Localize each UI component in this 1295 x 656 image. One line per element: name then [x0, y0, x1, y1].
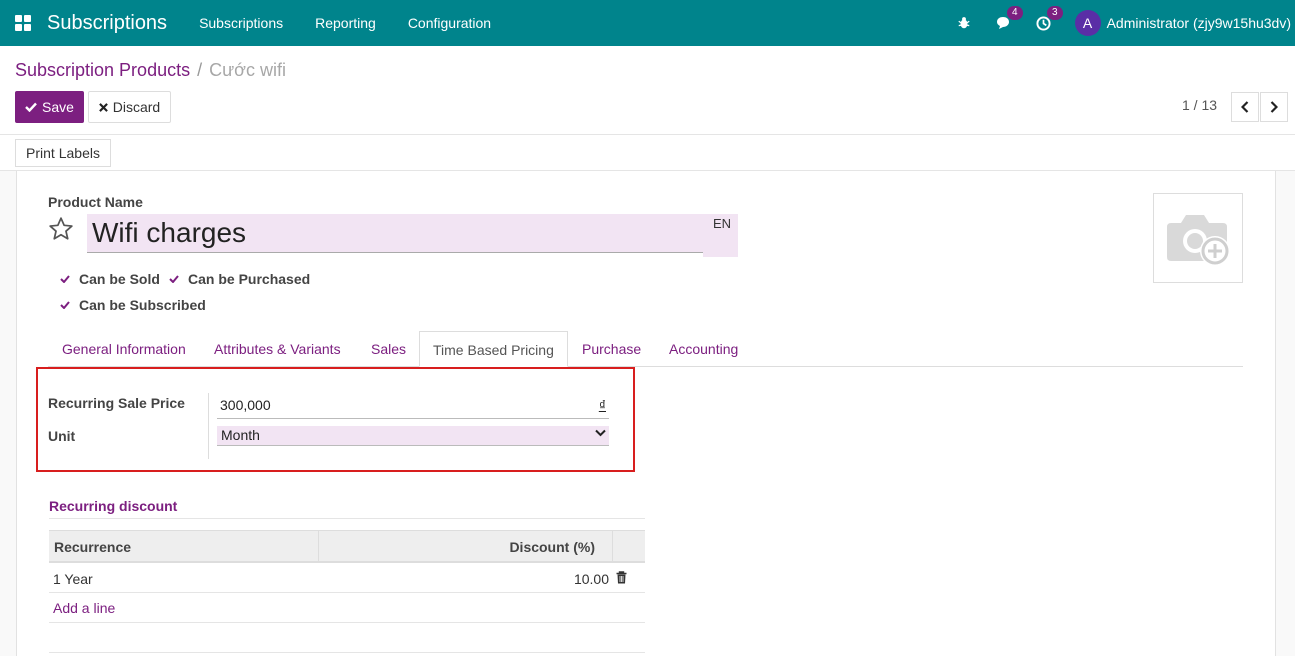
tab-accounting[interactable]: Accounting [669, 331, 738, 367]
save-button[interactable]: Save [15, 91, 84, 123]
product-name-input[interactable]: Wifi charges [87, 214, 703, 253]
pager-value[interactable]: 1 / 13 [1182, 97, 1217, 113]
close-icon [98, 102, 108, 112]
unit-value: Month [221, 427, 260, 443]
recurring-discount-title: Recurring discount [49, 498, 178, 514]
checkmark-icon [168, 275, 179, 283]
chevron-left-icon [1241, 101, 1249, 113]
cell-recurrence: 1 Year [53, 571, 93, 587]
table-header: Recurrence Discount (%) [49, 530, 645, 563]
discard-label: Discard [112, 99, 161, 115]
column-divider [318, 531, 319, 562]
menu-reporting[interactable]: Reporting [315, 15, 376, 31]
breadcrumb-parent[interactable]: Subscription Products [15, 60, 190, 81]
currency-symbol: ₫ [598, 397, 606, 413]
can-be-sold-field: Can be Sold [58, 271, 160, 287]
checkmark-icon [59, 301, 70, 309]
translate-lang-button[interactable]: EN [703, 214, 738, 257]
chevron-right-icon [1270, 101, 1278, 113]
column-recurrence[interactable]: Recurrence [54, 539, 131, 555]
tab-general-information[interactable]: General Information [62, 331, 186, 367]
menu-configuration[interactable]: Configuration [408, 15, 491, 31]
messages-chat-icon[interactable]: 4 [995, 6, 1023, 32]
user-avatar[interactable]: A [1074, 10, 1101, 36]
unit-label: Unit [48, 428, 76, 444]
highlight-annotation-box [36, 367, 635, 472]
recurring-sale-price-input[interactable]: 300,000 ₫ [217, 394, 609, 419]
checkmark-icon [59, 275, 70, 283]
separator-line [49, 518, 645, 519]
can-be-subscribed-checkbox[interactable] [58, 299, 71, 312]
cell-discount: 10.00 [573, 571, 609, 587]
activities-badge: 3 [1047, 6, 1063, 20]
pager-previous-button[interactable] [1231, 92, 1259, 122]
activities-clock-icon[interactable]: 3 [1035, 6, 1063, 32]
table-row[interactable]: 1 Year 10.00 [49, 563, 645, 593]
messages-badge: 4 [1007, 6, 1023, 20]
can-be-purchased-label: Can be Purchased [188, 271, 311, 287]
add-a-line-link[interactable]: Add a line [53, 600, 115, 616]
field-separator [208, 393, 209, 459]
price-value: 300,000 [220, 397, 271, 413]
pager-next-button[interactable] [1260, 92, 1288, 122]
can-be-subscribed-label: Can be Subscribed [79, 297, 206, 313]
breadcrumb: Subscription Products / Cước wifi [15, 60, 286, 81]
print-labels-button[interactable]: Print Labels [15, 139, 111, 167]
product-image-upload[interactable] [1153, 193, 1243, 283]
check-icon [25, 102, 37, 112]
column-divider [612, 531, 613, 562]
empty-row [49, 623, 645, 653]
discard-button[interactable]: Discard [88, 91, 171, 123]
can-be-purchased-field: Can be Purchased [167, 271, 310, 287]
chevron-down-icon [595, 428, 606, 440]
top-navbar: Subscriptions Subscriptions Reporting Co… [0, 0, 1295, 46]
can-be-subscribed-field: Can be Subscribed [58, 297, 206, 313]
favorite-star-icon[interactable] [48, 216, 74, 246]
user-menu[interactable]: Administrator (zjy9w15hu3dv) [1107, 15, 1291, 31]
apps-menu-icon[interactable] [15, 15, 31, 31]
can-be-sold-checkbox[interactable] [58, 273, 71, 286]
form-statusbar: Print Labels [0, 134, 1295, 171]
product-name-label: Product Name [48, 194, 143, 210]
save-label: Save [42, 99, 74, 115]
unit-select[interactable]: Month [217, 426, 609, 446]
menu-subscriptions[interactable]: Subscriptions [199, 15, 283, 31]
camera-add-icon [1167, 215, 1230, 266]
can-be-sold-label: Can be Sold [79, 271, 160, 287]
add-line-row: Add a line [49, 593, 645, 623]
tab-time-based-pricing[interactable]: Time Based Pricing [419, 331, 568, 367]
tab-sales[interactable]: Sales [371, 331, 406, 367]
can-be-purchased-checkbox[interactable] [167, 273, 180, 286]
tab-attributes-variants[interactable]: Attributes & Variants [214, 331, 341, 367]
recurring-discount-table: Recurrence Discount (%) 1 Year 10.00 Add… [49, 530, 645, 653]
breadcrumb-separator: / [197, 60, 203, 80]
debug-bug-icon[interactable] [955, 14, 973, 32]
tab-purchase[interactable]: Purchase [582, 331, 641, 367]
breadcrumb-current: Cước wifi [209, 60, 286, 80]
app-title[interactable]: Subscriptions [47, 12, 167, 35]
notebook-tabs: General Information Attributes & Variant… [48, 331, 1243, 367]
trash-icon[interactable] [616, 571, 627, 587]
recurring-sale-price-label: Recurring Sale Price [48, 395, 185, 411]
column-discount[interactable]: Discount (%) [509, 539, 595, 555]
